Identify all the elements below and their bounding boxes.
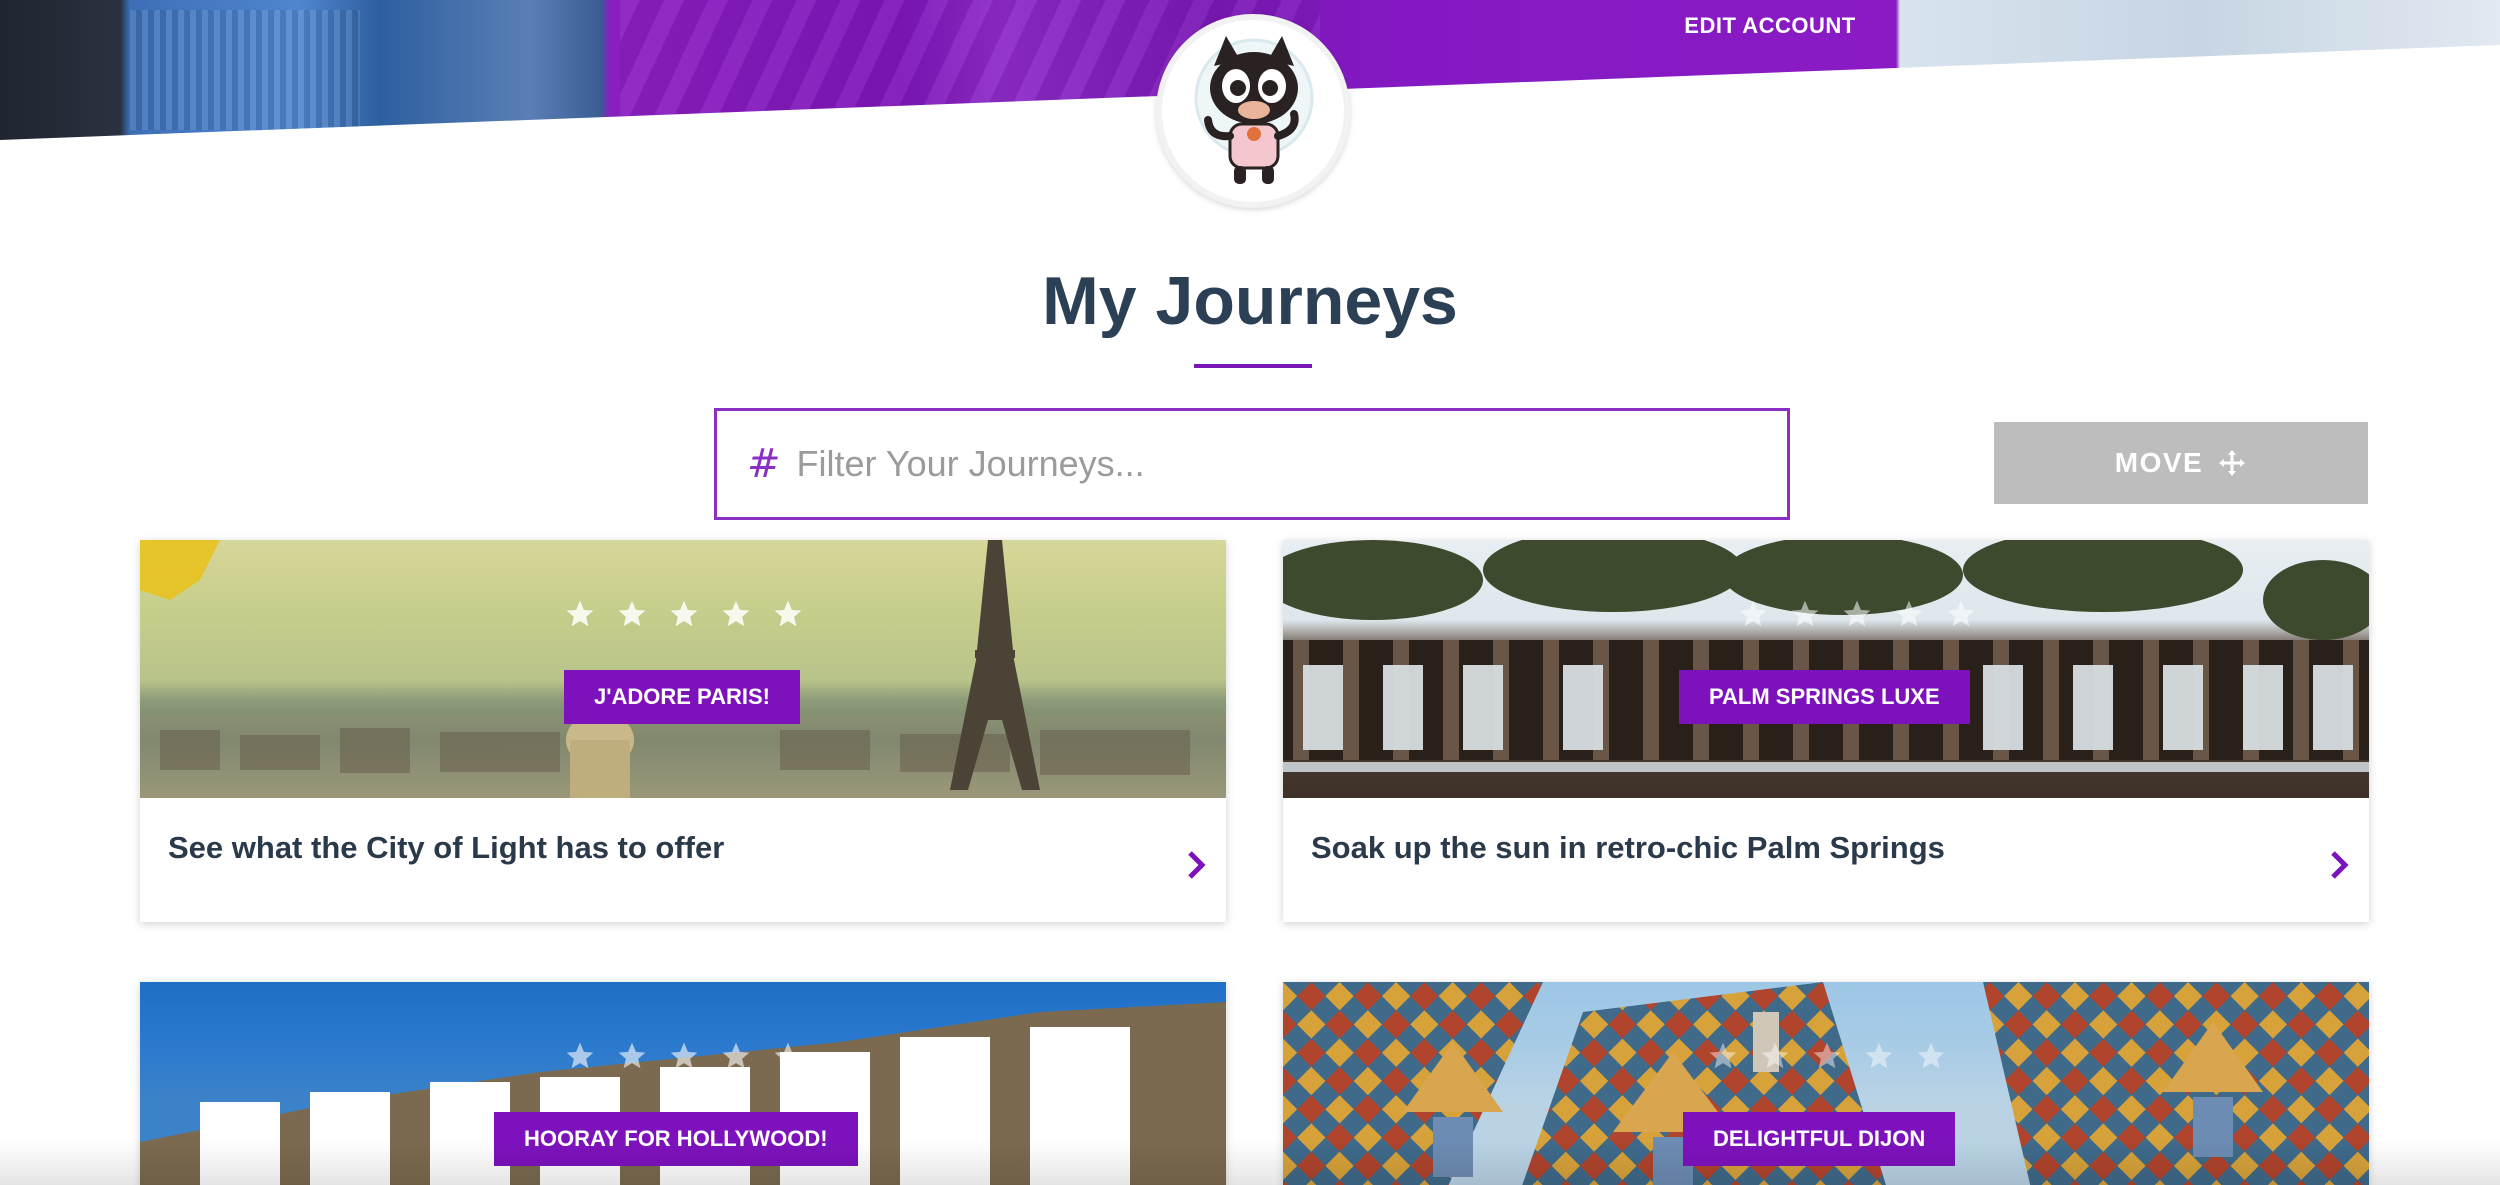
journey-tag[interactable]: PALM SPRINGS LUXE [1679,670,1970,724]
star-icon[interactable] [772,1040,804,1072]
star-icon[interactable] [616,1040,648,1072]
journey-card-palm-springs[interactable]: PALM SPRINGS LUXE Soak up the sun in ret… [1283,540,2369,922]
avatar[interactable] [1156,14,1350,208]
star-icon[interactable] [720,598,752,630]
star-icon[interactable] [772,598,804,630]
star-icon[interactable] [668,1040,700,1072]
move-button-label: MOVE [2114,447,2204,478]
star-icon[interactable] [1863,1040,1895,1072]
journey-image-palm-springs: PALM SPRINGS LUXE [1283,540,2369,798]
star-icon[interactable] [1789,598,1821,630]
filter-box[interactable]: # [714,408,1790,520]
star-icon[interactable] [1811,1040,1843,1072]
star-icon[interactable] [1945,598,1977,630]
title-underline [1194,364,1312,368]
star-rating[interactable] [564,1040,804,1072]
journey-caption: Soak up the sun in retro-chic Palm Sprin… [1311,830,1945,865]
star-icon[interactable] [564,598,596,630]
hashtag-icon: # [747,441,781,487]
bottom-fade [0,1140,2500,1185]
star-rating[interactable] [1707,1040,1947,1072]
move-arrows-icon [2217,448,2247,478]
star-icon[interactable] [1737,598,1769,630]
star-icon[interactable] [720,1040,752,1072]
star-icon[interactable] [1893,598,1925,630]
edit-account-button[interactable]: EDIT ACCOUNT [1640,0,1900,52]
journey-caption: See what the City of Light has to offer [168,830,725,865]
move-button[interactable]: MOVE [1994,422,2368,504]
star-icon[interactable] [616,598,648,630]
chevron-right-icon[interactable] [1186,850,1208,880]
cat-avatar-icon [1194,36,1314,184]
star-icon[interactable] [1915,1040,1947,1072]
chevron-right-icon[interactable] [2329,850,2351,880]
star-rating[interactable] [564,598,804,630]
journey-card-paris[interactable]: J'ADORE PARIS! See what the City of Ligh… [140,540,1226,922]
journey-image-paris: J'ADORE PARIS! [140,540,1226,798]
journey-tag[interactable]: J'ADORE PARIS! [564,670,800,724]
star-rating[interactable] [1737,598,1977,630]
star-icon[interactable] [1841,598,1873,630]
filter-journeys-input[interactable] [796,443,1757,485]
star-icon[interactable] [564,1040,596,1072]
star-icon[interactable] [1759,1040,1791,1072]
page-title: My Journeys [1042,263,1458,339]
star-icon[interactable] [1707,1040,1739,1072]
star-icon[interactable] [668,598,700,630]
